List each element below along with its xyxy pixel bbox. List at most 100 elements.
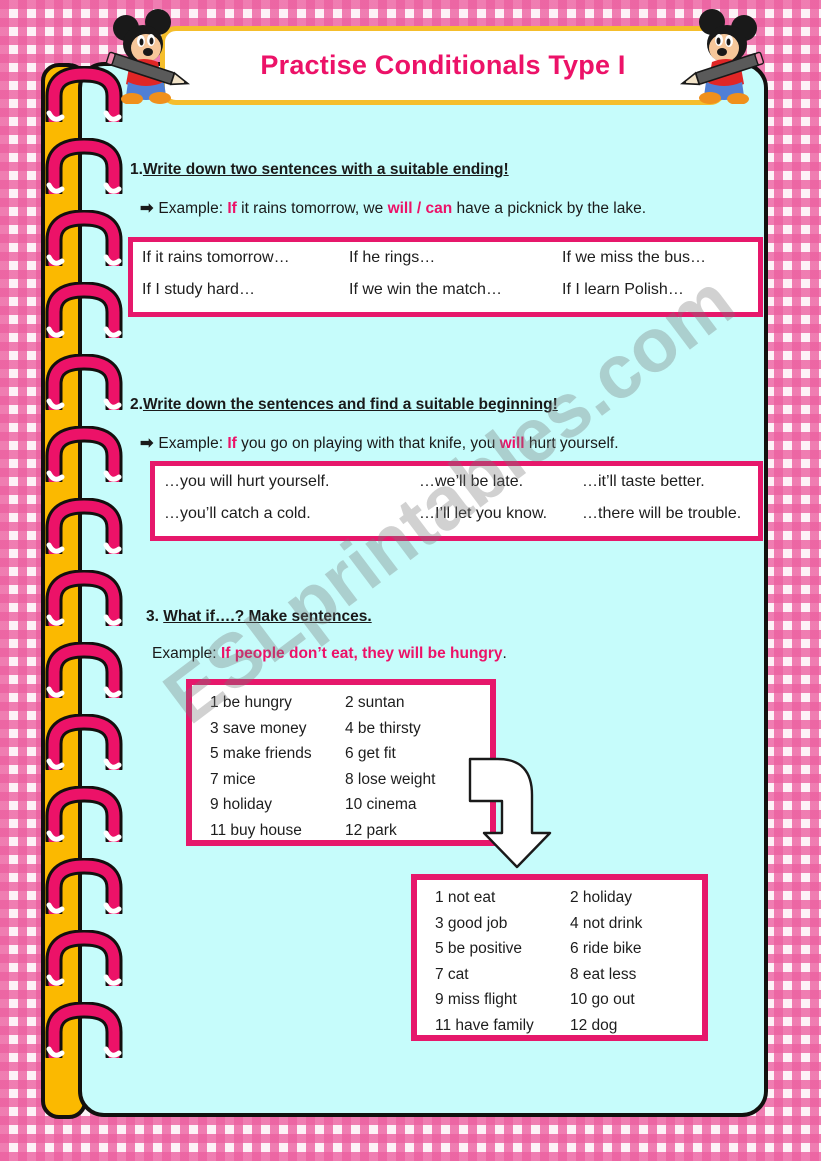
mickey-mouse-with-pencil-icon	[96, 8, 192, 109]
spiral-ring	[42, 1002, 126, 1058]
spiral-ring	[42, 930, 126, 986]
word-item: 2 holiday	[570, 889, 633, 906]
word-item: 11 have family	[435, 1016, 534, 1034]
word-row: 11 have family 12 dog	[435, 1017, 688, 1043]
word-item: 3 save money	[210, 719, 307, 737]
example-text: it rains tomorrow, we	[236, 200, 388, 217]
word-item: 12 park	[345, 821, 397, 839]
section-1-heading: 1.Write down two sentences with a suitab…	[130, 161, 509, 179]
spiral-ring	[42, 786, 126, 842]
word-item: 4 not drink	[570, 914, 643, 932]
word-item: 7 mice	[210, 770, 256, 788]
word-row: 7 mice 8 lose weight	[210, 771, 476, 797]
section-2-heading: 2.Write down the sentences and find a su…	[130, 396, 558, 414]
word-item: 8 eat less	[570, 965, 637, 983]
example-sentence: If you go on playing with that knife, yo…	[227, 435, 618, 452]
word-item: 6 get fit	[345, 745, 396, 762]
word-item: 10 go out	[570, 991, 635, 1008]
sentence-cell: If I study hard…	[142, 281, 255, 298]
spiral-ring	[42, 426, 126, 482]
spiral-ring	[42, 858, 126, 914]
section-3-heading: 3. What if….? Make sentences.	[146, 608, 372, 626]
right-arrow-icon: ➡	[140, 435, 154, 452]
spiral-ring	[42, 354, 126, 410]
word-item: 3 good job	[435, 914, 508, 932]
word-item: 9 miss flight	[435, 991, 517, 1008]
section-1-title: Write down two sentences with a suitable…	[142, 161, 509, 178]
title-banner: Practise Conditionals Type I	[160, 26, 726, 105]
word-item: 12 dog	[570, 1016, 618, 1034]
word-item: 5 make friends	[210, 745, 312, 762]
section-2-answer-box[interactable]: …you will hurt yourself. …we’ll be late.…	[150, 461, 763, 541]
section-2-example: ➡ Example: If you go on playing with that…	[140, 433, 619, 453]
word-row: 5 be positive 6 ride bike	[435, 940, 688, 966]
sentence-cell: If he rings…	[349, 249, 436, 266]
spiral-ring	[42, 570, 126, 626]
word-row: 1 not eat 2 holiday	[435, 889, 688, 915]
word-row: 7 cat 8 eat less	[435, 966, 688, 992]
example-sentence: If it rains tomorrow, we will / can have…	[227, 200, 646, 217]
right-arrow-icon: ➡	[140, 200, 154, 217]
section-2-title: Write down the sentences and find a suit…	[142, 396, 558, 413]
spiral-ring	[42, 138, 126, 194]
worksheet-page: ESLprintables.com Practise Conditionals …	[0, 0, 821, 1161]
word-item: 8 lose weight	[345, 770, 436, 788]
curved-down-arrow-icon	[468, 755, 568, 875]
section-3-title: What if….? Make sentences.	[163, 608, 372, 625]
example-text: hurt yourself.	[524, 435, 619, 452]
sentence-row: …you’ll catch a cold. …I’ll let you know…	[164, 505, 749, 537]
word-item: 5 be positive	[435, 940, 523, 957]
example-label: Example:	[158, 435, 224, 452]
example-keyword: will / can	[387, 200, 453, 217]
word-item: 10 cinema	[345, 796, 417, 813]
example-text: you go on playing with that knife, you	[236, 435, 500, 452]
section-2-number: 2.	[130, 396, 143, 413]
first-word-list-box[interactable]: 1 be hungry 2 suntan 3 save money 4 be thir…	[186, 679, 496, 846]
page-title: Practise Conditionals Type I	[260, 50, 626, 80]
word-row: 9 miss flight 10 go out	[435, 991, 688, 1017]
word-item: 1 not eat	[435, 889, 496, 906]
example-label: Example:	[158, 200, 224, 217]
word-row: 3 save money 4 be thirsty	[210, 720, 476, 746]
spiral-ring	[42, 282, 126, 338]
example-keyword: If	[227, 435, 237, 452]
sentence-row: If I study hard… If we win the match… If…	[142, 281, 749, 313]
second-word-list-box[interactable]: 1 not eat 2 holiday 3 good job 4 not drink 5…	[411, 874, 708, 1041]
word-item: 4 be thirsty	[345, 719, 421, 737]
word-row: 9 holiday 10 cinema	[210, 796, 476, 822]
section-3-number: 3.	[146, 608, 164, 625]
example-keyword: will	[499, 435, 525, 452]
sentence-cell: …you will hurt yourself.	[164, 473, 330, 490]
spiral-ring	[42, 714, 126, 770]
sentence-cell: If we miss the bus…	[562, 249, 707, 266]
example-label: Example:	[152, 645, 217, 662]
word-row: 1 be hungry 2 suntan	[210, 694, 476, 720]
spiral-ring	[42, 210, 126, 266]
sentence-cell: If it rains tomorrow…	[142, 249, 290, 266]
section-3-example: Example: If people don’t eat, they will …	[152, 645, 507, 663]
spiral-ring	[42, 498, 126, 554]
word-item: 9 holiday	[210, 796, 273, 813]
mickey-mouse-with-pencil-icon	[678, 8, 774, 109]
word-item: 1 be hungry	[210, 694, 292, 711]
sentence-cell: If I learn Polish…	[562, 281, 684, 298]
word-row: 3 good job 4 not drink	[435, 915, 688, 941]
word-item: 2 suntan	[345, 694, 405, 711]
word-item: 7 cat	[435, 965, 469, 983]
word-row: 11 buy house 12 park	[210, 822, 476, 848]
example-keyword: If people don’t eat, they will be hungry	[220, 645, 503, 662]
sentence-cell: …it’ll taste better.	[582, 473, 705, 490]
section-1-example: ➡ Example: If it rains tomorrow, we will …	[140, 198, 646, 218]
sentence-row: If it rains tomorrow… If he rings… If we…	[142, 249, 749, 281]
sentence-cell: …you’ll catch a cold.	[164, 505, 311, 522]
example-text: .	[502, 645, 507, 662]
example-keyword: If	[227, 200, 237, 217]
sentence-cell: If we win the match…	[349, 281, 502, 298]
section-1-answer-box[interactable]: If it rains tomorrow… If he rings… If we…	[128, 237, 763, 317]
sentence-cell: …I’ll let you know.	[419, 505, 548, 522]
sentence-cell: …we’ll be late.	[419, 473, 524, 490]
sentence-row: …you will hurt yourself. …we’ll be late.…	[164, 473, 749, 505]
section-1-number: 1.	[130, 161, 143, 178]
example-text: have a picknick by the lake.	[452, 200, 647, 217]
spiral-ring	[42, 642, 126, 698]
